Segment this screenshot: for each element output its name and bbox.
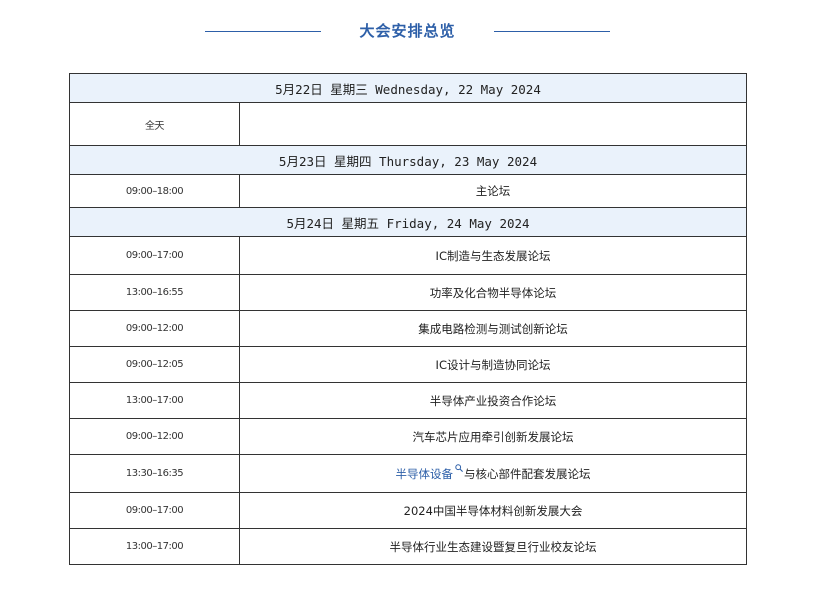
table-row: 09:00–17:00 2024中国半导体材料创新发展大会 xyxy=(69,492,748,529)
event-cell: IC设计与制造协同论坛 xyxy=(238,346,748,383)
event-cell: 集成电路检测与测试创新论坛 xyxy=(238,310,748,347)
day-header-may-24: 5月24日 星期五 Friday, 24 May 2024 xyxy=(68,207,748,237)
table-row: 13:00–17:00 半导体产业投资合作论坛 xyxy=(69,382,748,419)
search-icon[interactable] xyxy=(455,463,463,472)
table-row: 13:00–17:00 半导体行业生态建设暨复旦行业校友论坛 xyxy=(69,528,748,565)
table-row: 13:00–16:55 功率及化合物半导体论坛 xyxy=(69,274,748,311)
time-cell: 13:00–16:55 xyxy=(69,274,240,311)
time-cell: 13:30–16:35 xyxy=(69,454,240,493)
day-header-row: 5月24日 星期五 Friday, 24 May 2024 xyxy=(68,207,748,237)
time-cell: 09:00–17:00 xyxy=(69,236,240,275)
table-row: 全天 xyxy=(69,102,748,146)
time-cell: 09:00–12:05 xyxy=(69,346,240,383)
title-divider-right xyxy=(494,31,610,32)
event-cell: 半导体产业投资合作论坛 xyxy=(238,382,748,419)
event-cell: 功率及化合物半导体论坛 xyxy=(238,274,748,311)
time-cell: 09:00–12:00 xyxy=(69,310,240,347)
event-cell: 半导体行业生态建设暨复旦行业校友论坛 xyxy=(238,528,748,565)
event-cell: 主论坛 xyxy=(238,174,748,208)
day-header-may-22: 5月22日 星期三 Wednesday, 22 May 2024 xyxy=(68,73,748,103)
day-header-may-23: 5月23日 星期四 Thursday, 23 May 2024 xyxy=(68,145,748,175)
table-row: 09:00–18:00 主论坛 xyxy=(69,174,748,208)
table-row: 09:00–12:00 汽车芯片应用牵引创新发展论坛 xyxy=(69,418,748,455)
event-cell: IC制造与生态发展论坛 xyxy=(238,236,748,275)
schedule-table: 5月22日 星期三 Wednesday, 22 May 2024 全天 5月23… xyxy=(68,73,748,565)
time-cell: 09:00–18:00 xyxy=(69,174,240,208)
table-row: 09:00–12:00 集成电路检测与测试创新论坛 xyxy=(69,310,748,347)
table-row: 09:00–17:00 IC制造与生态发展论坛 xyxy=(69,236,748,275)
title-divider-left xyxy=(205,31,321,32)
time-cell: 13:00–17:00 xyxy=(69,528,240,565)
event-cell xyxy=(238,102,748,146)
event-cell: 2024中国半导体材料创新发展大会 xyxy=(238,492,748,529)
day-header-row: 5月23日 星期四 Thursday, 23 May 2024 xyxy=(68,145,748,175)
event-cell: 半导体设备 与核心部件配套发展论坛 xyxy=(238,454,748,493)
table-row: 13:30–16:35 半导体设备 与核心部件配套发展论坛 xyxy=(69,454,748,493)
event-text: 与核心部件配套发展论坛 xyxy=(464,466,591,481)
time-cell: 09:00–17:00 xyxy=(69,492,240,529)
section-title: 大会安排总览 xyxy=(0,18,823,46)
time-cell: 13:00–17:00 xyxy=(69,382,240,419)
table-row: 09:00–12:05 IC设计与制造协同论坛 xyxy=(69,346,748,383)
time-cell: 09:00–12:00 xyxy=(69,418,240,455)
page-title: 大会安排总览 xyxy=(359,22,456,40)
day-header-row: 5月22日 星期三 Wednesday, 22 May 2024 xyxy=(68,73,748,103)
semiconductor-equipment-link[interactable]: 半导体设备 xyxy=(396,467,454,481)
time-cell: 全天 xyxy=(69,102,240,146)
event-cell: 汽车芯片应用牵引创新发展论坛 xyxy=(238,418,748,455)
